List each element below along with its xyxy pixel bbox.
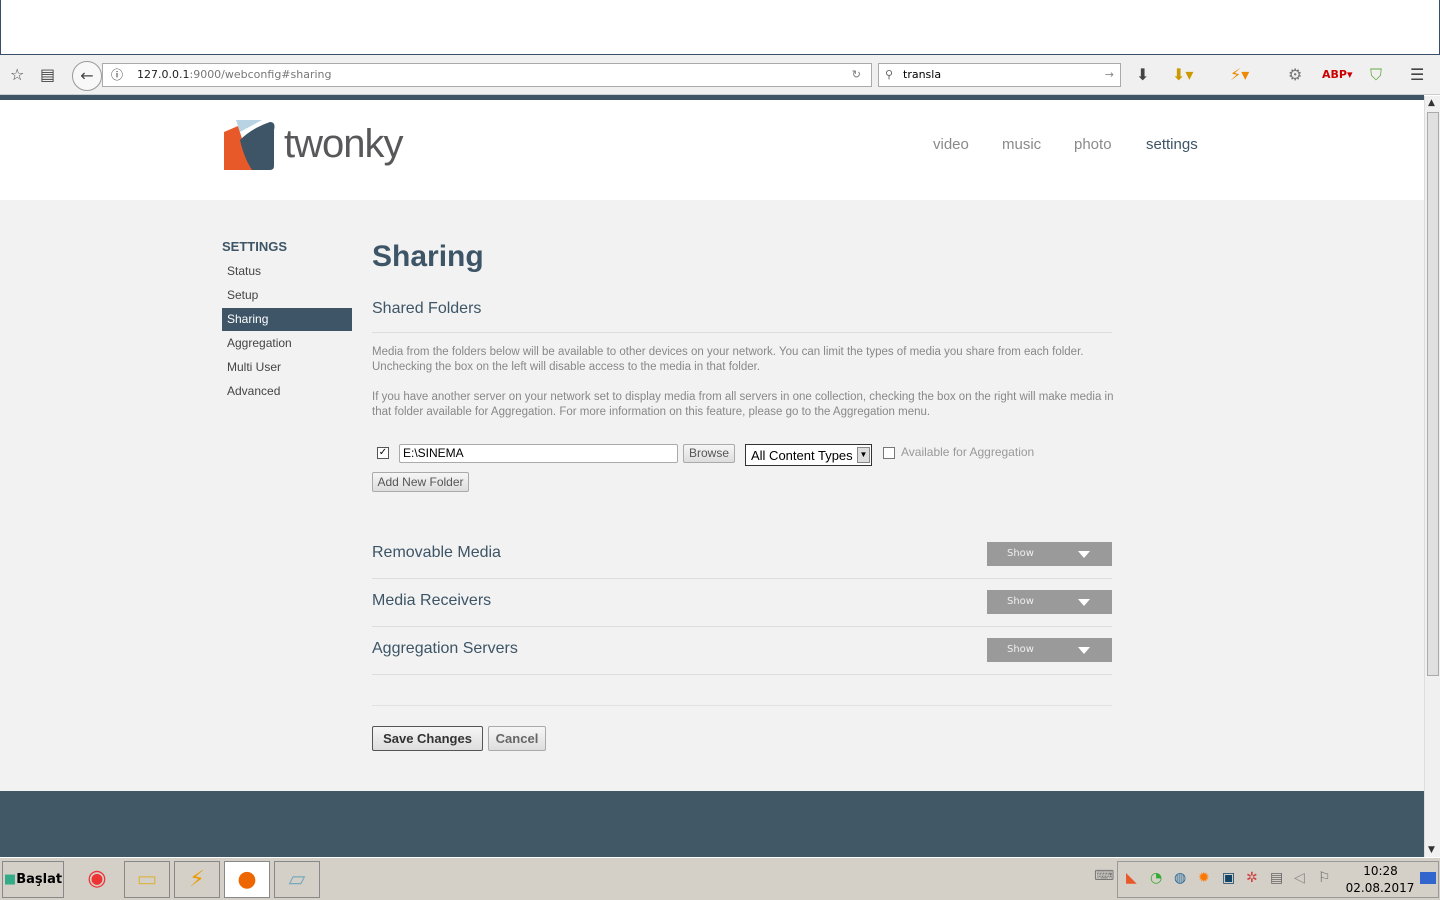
page-title: Sharing	[372, 240, 484, 273]
start-button[interactable]: ■Başlat	[2, 861, 64, 898]
chevron-down-icon	[1078, 551, 1090, 558]
aggregation-servers-show-button[interactable]: Show	[987, 638, 1112, 662]
aggregation-label: Available for Aggregation	[901, 445, 1035, 459]
content-area	[0, 200, 1424, 791]
sidebar-item-advanced[interactable]: Advanced	[222, 380, 352, 403]
menu-icon[interactable]: ☰	[1410, 65, 1424, 84]
show-label: Show	[1007, 644, 1034, 655]
download-helper-icon[interactable]: ⬇▾	[1172, 65, 1193, 84]
aggregation-checkbox[interactable]	[883, 447, 895, 459]
scrollbar-thumb[interactable]	[1427, 112, 1439, 676]
cancel-button[interactable]: Cancel	[488, 726, 546, 751]
clock-time[interactable]: 10:28	[1348, 864, 1413, 878]
show-label: Show	[1007, 596, 1034, 607]
network-tray-icon[interactable]: ◔	[1150, 870, 1162, 886]
chevron-down-icon	[1078, 599, 1090, 606]
bookmark-star-icon[interactable]: ☆	[10, 65, 24, 84]
show-label: Show	[1007, 548, 1034, 559]
url-host: 127.0.0.1	[137, 68, 190, 81]
divider	[372, 332, 1112, 333]
reload-icon[interactable]: ↻	[852, 64, 861, 86]
content-type-value: All Content Types	[751, 448, 853, 463]
flash-icon[interactable]: ⚡▾	[1230, 65, 1249, 84]
site-header	[0, 100, 1424, 200]
scroll-down-icon[interactable]: ▼	[1428, 845, 1435, 855]
aggregation-servers-heading: Aggregation Servers	[372, 640, 518, 657]
volume-icon[interactable]: ◁	[1294, 870, 1305, 886]
download-icon[interactable]: ⬇	[1136, 65, 1149, 84]
url-bar[interactable]: ⓘ 127.0.0.1:9000/webconfig#sharing ↻	[102, 63, 872, 87]
sidebar-item-status[interactable]: Status	[222, 260, 352, 283]
shared-folders-heading: Shared Folders	[372, 300, 482, 317]
logo-text: twonky	[284, 122, 403, 166]
firefox-icon[interactable]: ●	[224, 861, 270, 898]
divider	[372, 578, 1112, 579]
divider	[372, 705, 1112, 706]
explorer-icon[interactable]: ▭	[124, 861, 170, 898]
url-path: :9000/webconfig#sharing	[189, 68, 332, 81]
download-manager-tray-icon[interactable]: ◍	[1174, 870, 1186, 886]
adblock-icon[interactable]: ABP▾	[1322, 68, 1352, 81]
chevron-down-icon: ▼	[857, 447, 870, 463]
search-go-icon[interactable]: →	[1105, 64, 1114, 86]
clock-date[interactable]: 02.08.2017	[1344, 881, 1416, 895]
folder-path-input[interactable]: E:\SINEMA	[399, 444, 678, 463]
site-footer	[0, 791, 1424, 857]
nav-settings[interactable]: settings	[1146, 136, 1198, 153]
nav-music[interactable]: music	[1002, 136, 1041, 153]
removable-media-show-button[interactable]: Show	[987, 542, 1112, 566]
divider	[372, 626, 1112, 627]
folder-enabled-checkbox[interactable]: ✓	[377, 447, 389, 459]
divider	[372, 674, 1112, 675]
search-icon: ⚲	[885, 68, 894, 81]
search-value: transla	[903, 68, 942, 81]
twonky-tray-icon[interactable]: ◣	[1126, 870, 1137, 886]
chrome-icon[interactable]: ◉	[74, 861, 120, 898]
sidebar-item-aggregation[interactable]: Aggregation	[222, 332, 352, 355]
show-desktop-icon[interactable]	[1420, 872, 1436, 884]
back-button[interactable]: ←	[72, 61, 102, 91]
app-tray-icon[interactable]: ▣	[1222, 870, 1235, 886]
scrollbar[interactable]: ▲ ▼	[1424, 96, 1440, 857]
media-receivers-heading: Media Receivers	[372, 592, 492, 609]
description-text: Media from the folders below will be ava…	[372, 346, 1084, 373]
search-input[interactable]: ⚲ transla →	[878, 63, 1121, 87]
windows-icon: ■	[3, 872, 17, 887]
chevron-down-icon	[1078, 647, 1090, 654]
content-type-select[interactable]: All Content Types ▼	[745, 444, 872, 466]
network-connection-icon[interactable]: ▤	[1270, 870, 1283, 886]
bug-tray-icon[interactable]: ✲	[1246, 870, 1258, 886]
system-tray: ◣ ◔ ◍ ✹ ▣ ✲ ▤ ◁ ⚐ 10:28 02.08.2017	[1117, 861, 1439, 898]
window-title-area	[0, 0, 1440, 55]
winamp-icon[interactable]: ⚡	[174, 861, 220, 898]
info-icon[interactable]: ⓘ	[111, 64, 123, 86]
keyboard-icon[interactable]: ⌨	[1094, 868, 1114, 884]
sidebar-item-sharing[interactable]: Sharing	[222, 308, 352, 331]
taskbar: ■Başlat ◉ ▭ ⚡ ● ▱ ⌨ ◣ ◔ ◍ ✹ ▣ ✲ ▤ ◁ ⚐ 10…	[0, 857, 1440, 900]
sidebar-heading: SETTINGS	[222, 239, 288, 254]
removable-media-heading: Removable Media	[372, 544, 501, 561]
media-receivers-show-button[interactable]: Show	[987, 590, 1112, 614]
flag-icon[interactable]: ⚐	[1318, 870, 1331, 886]
shield-icon[interactable]: ⛉	[1370, 65, 1382, 85]
notepad-icon[interactable]: ▱	[274, 861, 320, 898]
twonky-logo-icon[interactable]	[222, 118, 276, 172]
extension-icon[interactable]: ⚙	[1288, 65, 1302, 84]
save-changes-button[interactable]: Save Changes	[372, 726, 483, 751]
sidebar-item-multi-user[interactable]: Multi User	[222, 356, 352, 379]
reading-list-icon[interactable]: ▤	[40, 65, 55, 84]
sidebar-item-setup[interactable]: Setup	[222, 284, 352, 307]
scroll-up-icon[interactable]: ▲	[1428, 98, 1435, 108]
start-label: Başlat	[16, 872, 63, 887]
avast-tray-icon[interactable]: ✹	[1198, 870, 1210, 886]
add-new-folder-button[interactable]: Add New Folder	[372, 472, 469, 492]
browse-button[interactable]: Browse	[683, 444, 735, 463]
nav-video[interactable]: video	[933, 136, 969, 153]
aggregation-description: If you have another server on your netwo…	[372, 391, 1114, 418]
nav-photo[interactable]: photo	[1074, 136, 1112, 153]
